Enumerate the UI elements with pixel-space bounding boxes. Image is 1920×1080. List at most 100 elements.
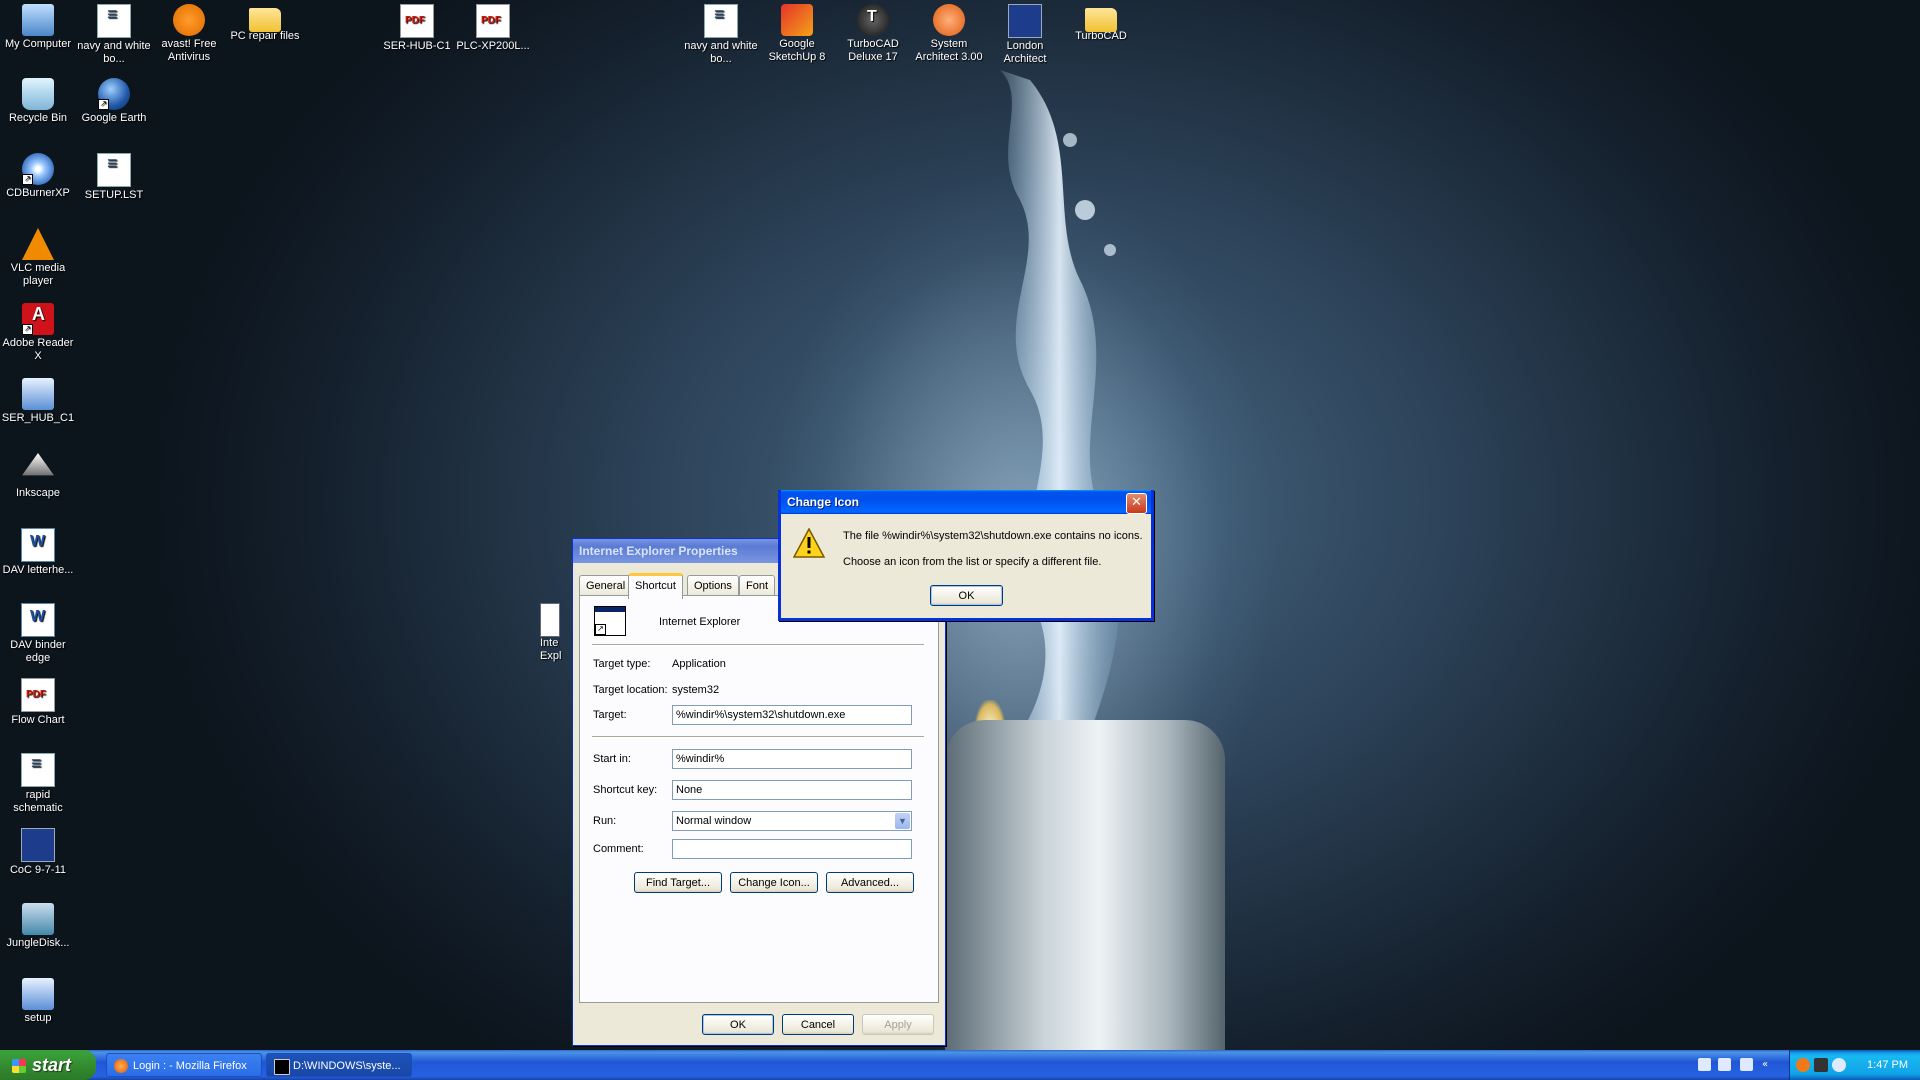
desktop-icon-pc-repair[interactable]: PC repair files xyxy=(227,4,303,43)
warning-icon xyxy=(793,528,825,558)
taskbar-item-label: Login : - Mozilla Firefox xyxy=(133,1060,247,1072)
target-input[interactable]: %windir%\system32\shutdown.exe xyxy=(672,705,912,725)
desktop-icon-dav-letterhead[interactable]: DAV letterhe... xyxy=(0,528,76,577)
system-architect-icon xyxy=(933,4,965,36)
desktop-icon-label: SER_HUB_C1 xyxy=(1,412,75,424)
desktop-icon-label: Recycle Bin xyxy=(8,112,68,124)
desktop-icon-dav-binder-edge[interactable]: DAV binder edge xyxy=(0,603,76,665)
desktop-icon-label: Google Earth xyxy=(81,112,147,124)
target-type-value: Application xyxy=(672,658,726,670)
shortcut-arrow-icon: ↗ xyxy=(22,174,33,185)
text-file-icon xyxy=(97,4,131,38)
find-target-button[interactable]: Find Target... xyxy=(634,872,722,893)
taskbar-item-firefox[interactable]: Login : - Mozilla Firefox xyxy=(106,1053,262,1077)
desktop-icon-label: Inkscape xyxy=(15,487,61,499)
file-icon xyxy=(22,378,54,410)
desktop-icon-label: navy and white bo... xyxy=(684,40,758,65)
change-icon-title[interactable]: Change Icon xyxy=(781,490,1151,514)
run-select[interactable]: Normal window ▼ xyxy=(672,811,912,831)
desktop-icon-flow-chart[interactable]: Flow Chart xyxy=(0,678,76,727)
monitor-tray-icon[interactable] xyxy=(1814,1058,1828,1072)
change-icon-message-1: The file %windir%\system32\shutdown.exe … xyxy=(843,530,1143,542)
desktop-icon-label: JungleDisk... xyxy=(6,937,70,949)
shortcut-key-label: Shortcut key: xyxy=(593,784,658,796)
pdf-icon xyxy=(21,678,55,712)
start-button[interactable]: start xyxy=(0,1050,96,1080)
tray-help-icon[interactable] xyxy=(1740,1058,1753,1071)
desktop-icon-london-architect[interactable]: London Architect xyxy=(987,4,1063,66)
desktop-icon-rapid-schematic[interactable]: rapid schematic xyxy=(0,753,76,815)
desktop-icon-label: PLC-XP200L... xyxy=(456,40,530,52)
change-icon-message-2: Choose an icon from the list or specify … xyxy=(843,556,1102,568)
target-location-label: Target location: xyxy=(593,684,668,696)
desktop-icon-inkscape[interactable]: Inkscape xyxy=(0,453,76,500)
desktop-icon-internet-explorer[interactable]: Inte Expl xyxy=(540,603,564,663)
cd-icon: ↗ xyxy=(22,153,54,185)
desktop-icon-jungledisk[interactable]: JungleDisk... xyxy=(0,903,76,950)
folder-icon xyxy=(249,8,281,32)
tab-font[interactable]: Font xyxy=(739,575,776,596)
desktop-icon-label: London Architect xyxy=(1003,40,1047,65)
desktop-icon-recycle-bin[interactable]: Recycle Bin xyxy=(0,78,76,125)
close-icon[interactable]: ✕ xyxy=(1126,493,1147,514)
clock[interactable]: 1:47 PM xyxy=(1867,1050,1908,1080)
desktop-icon-navy-white-2[interactable]: navy and white bo... xyxy=(683,4,759,66)
desktop-icon-plc-xp200l[interactable]: PLC-XP200L... xyxy=(455,4,531,53)
text-file-icon xyxy=(97,153,131,187)
start-in-label: Start in: xyxy=(593,753,631,765)
tab-shortcut[interactable]: Shortcut xyxy=(628,573,683,599)
command-prompt-icon xyxy=(274,1059,290,1075)
desktop-icon-turbocad-folder[interactable]: TurboCAD xyxy=(1063,4,1139,43)
desktop-icon-ser-hub-c1[interactable]: SER_HUB_C1 xyxy=(0,378,76,425)
ok-button[interactable]: OK xyxy=(702,1014,774,1035)
avast-tray-icon[interactable] xyxy=(1796,1058,1810,1072)
comment-input[interactable] xyxy=(672,839,912,859)
desktop-icon-system-architect[interactable]: System Architect 3.00 xyxy=(911,4,987,64)
desktop-icon-label: SER-HUB-C1 xyxy=(383,40,451,52)
desktop-icon-vlc[interactable]: VLC media player xyxy=(0,228,76,288)
desktop-icon-my-computer[interactable]: My Computer xyxy=(0,4,76,51)
taskbar-item-cmd[interactable]: D:\WINDOWS\syste... xyxy=(266,1053,412,1077)
system-tray: 1:47 PM xyxy=(1789,1050,1920,1080)
tray-expand-icon[interactable]: « xyxy=(1762,1058,1775,1071)
text-file-icon xyxy=(704,4,738,38)
desktop-icon-adobe-reader[interactable]: ↗ Adobe Reader X xyxy=(0,303,76,363)
desktop-icon-avast[interactable]: avast! Free Antivirus xyxy=(151,4,227,64)
change-icon-dialog[interactable]: Change Icon ✕ The file %windir%\system32… xyxy=(778,490,1154,621)
london-architect-icon xyxy=(1008,4,1042,38)
desktop-icon-coc[interactable]: CoC 9-7-11 xyxy=(0,828,76,877)
text-file-icon xyxy=(21,753,55,787)
word-document-icon xyxy=(21,528,55,562)
chevron-down-icon[interactable]: ▼ xyxy=(895,813,910,829)
desktop-icon-sketchup[interactable]: Google SketchUp 8 xyxy=(759,4,835,64)
tray-network-icon[interactable] xyxy=(1718,1058,1731,1071)
desktop-icon-navy-white-1[interactable]: navy and white bo... xyxy=(76,4,152,66)
shortcut-key-input[interactable]: None xyxy=(672,780,912,800)
tab-general[interactable]: General xyxy=(579,575,633,596)
desktop-icon-turbocad-deluxe[interactable]: TurboCAD Deluxe 17 xyxy=(835,4,911,64)
desktop-icon-label: setup xyxy=(24,1012,52,1024)
separator xyxy=(592,736,924,738)
desktop-icon-label: Adobe Reader X xyxy=(2,337,74,362)
desktop-icon-setup-lst[interactable]: SETUP.LST xyxy=(76,153,152,202)
windows-flag-icon xyxy=(12,1059,26,1073)
change-icon-ok-button[interactable]: OK xyxy=(930,585,1003,606)
desktop-icon-cdburnerxp[interactable]: ↗ CDBurnerXP xyxy=(0,153,76,200)
globe-icon: ↗ xyxy=(98,78,130,110)
apply-button[interactable]: Apply xyxy=(862,1014,934,1035)
tray-pen-icon[interactable] xyxy=(1698,1058,1711,1071)
desktop-icon-ser-hub-c1-pdf[interactable]: SER-HUB-C1 xyxy=(379,4,455,53)
desktop-icon-label: navy and white bo... xyxy=(77,40,151,65)
desktop-icon-setup[interactable]: setup xyxy=(0,978,76,1025)
desktop-icon-google-earth[interactable]: ↗ Google Earth xyxy=(76,78,152,125)
volume-tray-icon[interactable] xyxy=(1832,1058,1846,1072)
recycle-bin-icon xyxy=(22,78,54,110)
sketchup-icon xyxy=(781,4,813,36)
desktop-icon-label: TurboCAD Deluxe 17 xyxy=(847,38,899,63)
start-in-input[interactable]: %windir% xyxy=(672,749,912,769)
cancel-button[interactable]: Cancel xyxy=(782,1014,854,1035)
internet-explorer-icon xyxy=(540,603,560,637)
tab-options[interactable]: Options xyxy=(687,575,739,596)
change-icon-button[interactable]: Change Icon... xyxy=(730,872,818,893)
advanced-button[interactable]: Advanced... xyxy=(826,872,914,893)
